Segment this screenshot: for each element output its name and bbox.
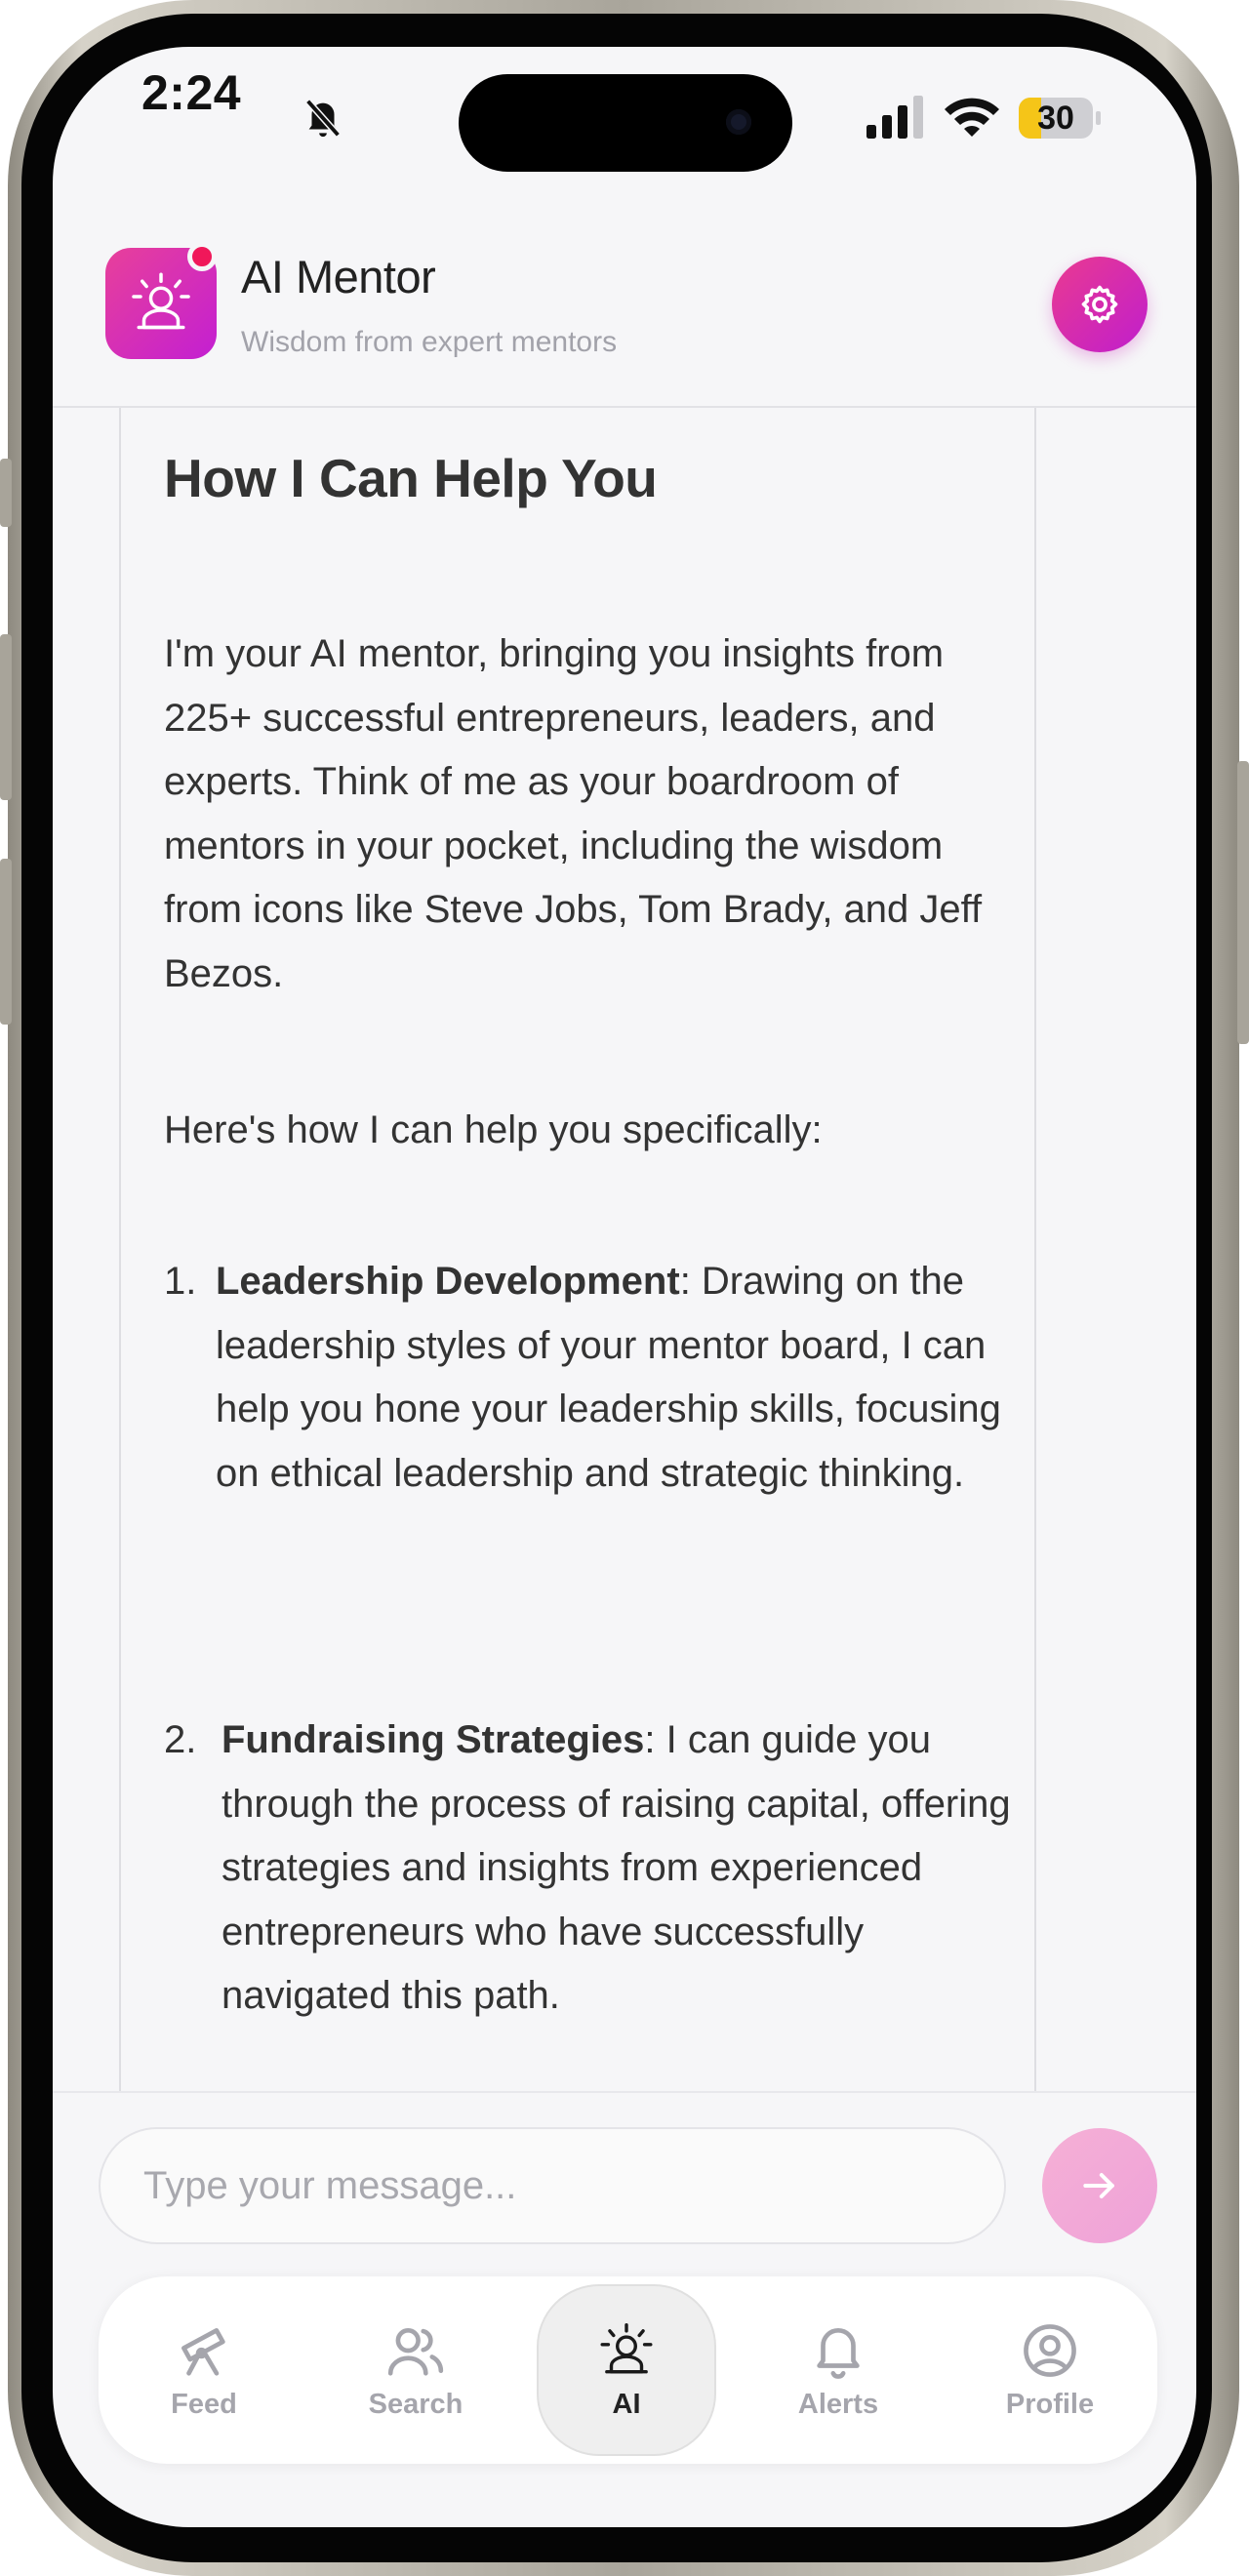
nav-item-feed[interactable]: Feed [116,2276,292,2464]
volume-down-button [0,859,12,1025]
composer-divider [53,2091,1196,2093]
users-icon [387,2327,444,2376]
nav-item-alerts[interactable]: Alerts [750,2276,926,2464]
message-intro: I'm your AI mentor, bringing you insight… [164,632,983,995]
side-button [0,459,12,527]
bell-muted-icon [305,99,341,138]
send-button[interactable] [1042,2128,1157,2243]
list-item-title: Leadership Development [216,1260,680,1303]
profile-icon [1024,2323,1076,2377]
status-time: 2:24 [141,65,242,120]
list-item-text: : I can guide you through the process of… [222,1718,1011,2017]
message-input[interactable] [99,2127,1006,2244]
list-item: Fundraising Strategies: I can guide you … [222,1709,1031,2029]
nav-label: AI [612,2388,641,2420]
battery-icon: 30 [1019,98,1101,139]
notification-dot [187,242,217,271]
battery-level: 30 [1037,100,1074,137]
telescope-icon [181,2327,225,2376]
volume-up-button [0,634,12,800]
list-number: 1. [164,1260,197,1303]
signal-icon [866,96,923,139]
nav-label: Search [368,2388,463,2420]
gear-icon [1081,285,1118,324]
camera-icon [726,109,751,135]
list-item-title: Fundraising Strategies [222,1718,645,1761]
chat-area[interactable]: How I Can Help You I'm your AI mentor, b… [53,408,1196,2091]
app-subtitle: Wisdom from expert mentors [241,326,618,358]
nav-item-search[interactable]: Search [328,2276,504,2464]
settings-button[interactable] [1052,257,1148,352]
list-item: Leadership Development: Drawing on the l… [216,1250,1035,1506]
nav-item-profile[interactable]: Profile [962,2276,1138,2464]
arrow-right-icon [1083,2172,1114,2199]
bottom-nav: Feed Search AI Alerts Profile [99,2276,1157,2464]
app-title: AI Mentor [241,251,436,302]
power-button [1237,761,1249,1044]
nav-item-ai[interactable]: AI [537,2284,716,2456]
bell-icon [817,2327,860,2379]
nav-label: Profile [1005,2388,1095,2420]
mentor-icon [600,2322,653,2373]
nav-label: Alerts [797,2388,879,2420]
mentor-icon [132,272,190,330]
nav-label: Feed [171,2388,237,2420]
wifi-icon [945,98,999,137]
message-lead-in: Here's how I can help you specifically: [164,1108,823,1151]
message-heading: How I Can Help You [164,448,658,508]
list-number: 2. [164,1718,197,1761]
